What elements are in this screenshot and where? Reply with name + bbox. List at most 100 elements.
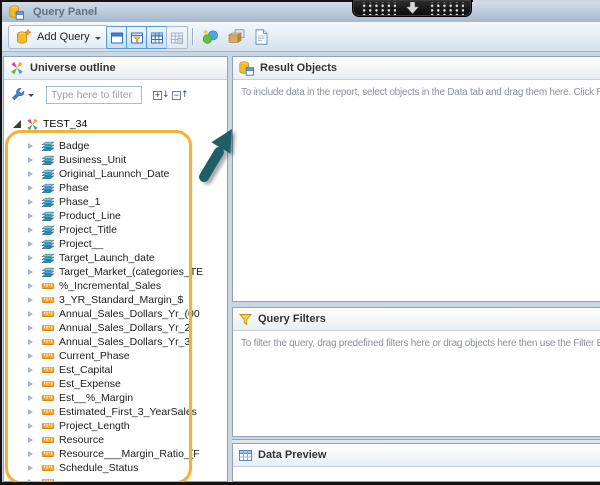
toolbar: Add Query — [2, 22, 600, 52]
data-preview-icon — [239, 449, 252, 461]
combined-query-button[interactable] — [199, 27, 221, 46]
collapsed-triangle-icon[interactable] — [28, 227, 36, 233]
tree-item[interactable]: Target_Market_(categories_TE — [4, 265, 227, 279]
query-filters-title: Query Filters — [258, 313, 326, 325]
collapsed-triangle-icon[interactable] — [28, 143, 36, 149]
tree-item[interactable]: Product_Line — [4, 209, 227, 223]
tree-item[interactable]: Project_Length — [4, 419, 227, 433]
result-pane-icon — [111, 32, 123, 43]
window-title: Query Panel — [33, 6, 98, 18]
tree-item[interactable]: %_Incremental_Sales — [4, 279, 227, 293]
tree-item-label: Annual_Sales_Dollars_Yr_2 — [59, 322, 191, 334]
tree-item-label: Project_Title — [59, 224, 117, 236]
universe-tree: TEST_34 Badge Business_Unit Original_Launn… — [4, 113, 227, 481]
tree-item[interactable]: Annual_Sales_Dollars_Yr_(00 — [4, 307, 227, 321]
query-panel-window: Query Panel Add Query Universe outline T… — [0, 0, 600, 485]
collapse-all-button[interactable]: ↑ — [172, 89, 189, 102]
tree-item[interactable]: Estimated_First_3_YearSales — [4, 405, 227, 419]
collapsed-triangle-icon[interactable] — [28, 185, 36, 191]
result-pane-toggle-button[interactable] — [106, 26, 128, 49]
measure-icon — [41, 336, 55, 348]
tree-item[interactable]: Project_Title — [4, 223, 227, 237]
query-filters-header: Query Filters — [233, 308, 600, 331]
query-properties-button[interactable] — [225, 27, 247, 46]
collapsed-triangle-icon[interactable] — [28, 479, 36, 481]
collapsed-triangle-icon[interactable] — [28, 395, 36, 401]
result-objects-title: Result Objects — [260, 62, 338, 74]
tree-item[interactable]: Phase_1 — [4, 195, 227, 209]
tree-filter-input[interactable] — [46, 86, 142, 104]
tree-item[interactable]: Phase — [4, 181, 227, 195]
collapsed-triangle-icon[interactable] — [28, 283, 36, 289]
collapsed-triangle-icon[interactable] — [28, 409, 36, 415]
tree-root-node[interactable]: TEST_34 — [4, 117, 227, 131]
collapsed-triangle-icon[interactable] — [28, 451, 36, 457]
tree-item-label: Target_Launch_date — [59, 252, 155, 264]
tree-item-label: Original_Launnch_Date — [59, 168, 170, 180]
collapsed-triangle-icon[interactable] — [28, 437, 36, 443]
collapsed-triangle-icon[interactable] — [28, 213, 36, 219]
query-panel-icon — [9, 5, 24, 20]
filter-funnel-icon — [239, 313, 252, 325]
tree-item[interactable] — [4, 475, 227, 481]
measure-icon — [41, 462, 55, 474]
tree-item[interactable]: 3_YR_Standard_Margin_$ — [4, 293, 227, 307]
tree-item[interactable]: Annual_Sales_Dollars_Yr_3 — [4, 335, 227, 349]
tree-item[interactable]: Est_Capital — [4, 363, 227, 377]
collapsed-triangle-icon[interactable] — [28, 157, 36, 163]
tree-item[interactable]: Current_Phase — [4, 349, 227, 363]
query-properties-icon — [227, 28, 244, 43]
tree-item-label: Schedule_Status — [59, 462, 139, 474]
tree-item[interactable]: Est_Expense — [4, 377, 227, 391]
collapsed-triangle-icon[interactable] — [28, 325, 36, 331]
down-arrow-icon — [405, 2, 419, 14]
collapsed-triangle-icon[interactable] — [28, 381, 36, 387]
result-objects-panel: Result Objects To include data in the re… — [232, 56, 600, 302]
tree-item[interactable]: Resource___Margin_Ratio_(F — [4, 447, 227, 461]
dimension-icon — [41, 196, 55, 208]
tree-item-label: Est_Capital — [59, 364, 113, 376]
universe-icon — [26, 118, 39, 131]
collapsed-triangle-icon[interactable] — [28, 423, 36, 429]
tree-item[interactable]: Resource — [4, 433, 227, 447]
tree-item[interactable]: Business_Unit — [4, 153, 227, 167]
combined-query-icon — [202, 28, 218, 44]
filter-pane-toggle-button[interactable] — [126, 26, 148, 49]
collapsed-triangle-icon[interactable] — [28, 241, 36, 247]
measure-icon — [41, 448, 55, 460]
expand-all-button[interactable]: ↓ — [153, 89, 170, 102]
tree-item[interactable]: Schedule_Status — [4, 461, 227, 475]
freeze-pane-toggle-button[interactable] — [166, 26, 188, 49]
view-script-button[interactable] — [250, 27, 272, 46]
data-preview-pane-toggle-button[interactable] — [146, 26, 168, 49]
expanded-triangle-icon[interactable] — [13, 120, 21, 128]
grid-icon — [151, 32, 163, 43]
collapsed-triangle-icon[interactable] — [28, 269, 36, 275]
collapsed-triangle-icon[interactable] — [28, 465, 36, 471]
collapsed-triangle-icon[interactable] — [28, 339, 36, 345]
tree-item[interactable]: Original_Launnch_Date — [4, 167, 227, 181]
collapsed-triangle-icon[interactable] — [28, 311, 36, 317]
outline-options-button[interactable] — [10, 85, 38, 106]
collapsed-triangle-icon[interactable] — [28, 255, 36, 261]
tree-item[interactable]: Badge — [4, 139, 227, 153]
collapsed-triangle-icon[interactable] — [28, 199, 36, 205]
collapsed-triangle-icon[interactable] — [28, 297, 36, 303]
collapsed-triangle-icon[interactable] — [28, 367, 36, 373]
tree-item[interactable]: Est__%_Margin — [4, 391, 227, 405]
tree-item[interactable]: Target_Launch_date — [4, 251, 227, 265]
collapsed-triangle-icon[interactable] — [28, 171, 36, 177]
drag-dots-icon — [360, 1, 396, 15]
tree-item[interactable]: Project__ — [4, 237, 227, 251]
result-objects-dropzone[interactable] — [233, 97, 600, 301]
tree-item-label: Resource___Margin_Ratio_(F — [59, 448, 200, 460]
query-filters-dropzone[interactable] — [233, 348, 600, 436]
universe-outline-header: Universe outline — [4, 57, 227, 80]
tree-item[interactable]: Annual_Sales_Dollars_Yr_2 — [4, 321, 227, 335]
tree-item-label: 3_YR_Standard_Margin_$ — [59, 294, 184, 306]
screen-capture-widget[interactable] — [352, 0, 472, 17]
title-bar: Query Panel — [2, 2, 600, 22]
add-query-button[interactable]: Add Query — [8, 25, 109, 49]
measure-icon — [41, 476, 55, 481]
collapsed-triangle-icon[interactable] — [28, 353, 36, 359]
